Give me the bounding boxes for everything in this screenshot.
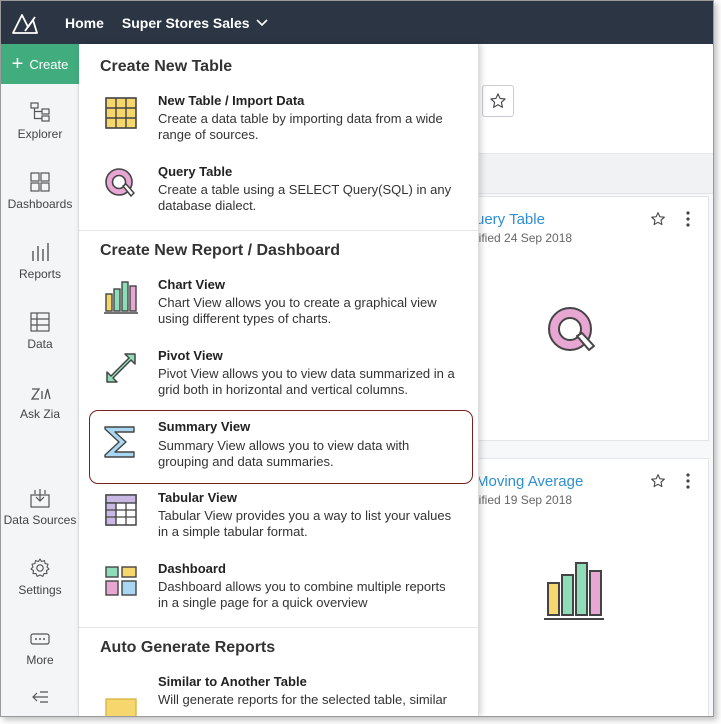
app-window: Home Super Stores Sales uery Table lifie… [0,0,714,717]
favorite-button[interactable] [482,85,514,117]
sidebar-item-settings[interactable]: Settings [1,557,79,597]
dashboard-tiles-icon [105,566,137,596]
menu-item-title: New Table / Import Data [158,93,305,108]
section-divider [79,627,478,628]
left-sidebar: + Create Explorer Dashboards Reports Dat… [1,44,79,716]
menu-item-similar-table[interactable]: Similar to Another Table Will generate r… [89,668,473,716]
sidebar-item-dashboards[interactable]: Dashboards [1,171,79,211]
menu-item-pivot-view[interactable]: Pivot View Pivot View allows you to view… [89,342,473,416]
collapse-sidebar-button[interactable] [1,689,79,709]
menu-item-summary-view[interactable]: Summary View Summary View allows you to … [89,410,473,484]
zia-icon [30,388,51,400]
sidebar-item-label: Explorer [17,127,63,141]
more-options-icon[interactable] [686,211,692,227]
sidebar-item-label: Reports [18,267,62,281]
create-label: Create [29,56,69,72]
view-card[interactable]: Moving Average lified 19 Sep 2018 [451,458,709,716]
menu-item-description: Summary View allows you to view data wit… [158,438,410,469]
menu-item-dashboard[interactable]: Dashboard Dashboard allows you to combin… [89,555,473,629]
more-options-icon[interactable] [686,473,692,489]
menu-item-description: Will generate reports for the selected t… [158,692,448,707]
plus-icon: + [11,53,24,75]
sidebar-item-label: Data [27,337,53,351]
menu-item-tabular-view[interactable]: Tabular View Tabular View provides you a… [89,484,473,558]
card-modified-date: lified 24 Sep 2018 [476,231,573,245]
pivot-view-icon [106,353,136,383]
explorer-icon [30,102,50,122]
collapse-arrow-icon [32,691,48,703]
data-sources-icon [30,489,50,508]
create-button[interactable]: + Create [1,44,79,84]
menu-item-title: Chart View [158,277,225,292]
star-icon [490,93,506,108]
section-divider [79,230,478,231]
card-modified-date: lified 19 Sep 2018 [476,493,573,507]
summary-sigma-icon [104,426,135,458]
more-icon [30,633,50,645]
sidebar-item-reports[interactable]: Reports [1,241,79,281]
data-icon [30,312,50,332]
workspace-name: Super Stores Sales [121,14,250,31]
menu-item-title: Summary View [158,419,251,434]
sidebar-item-more[interactable]: More [1,629,79,667]
menu-item-chart-view[interactable]: Chart View Chart View allows you to crea… [89,271,473,345]
sidebar-item-ask-zia[interactable]: Ask Zia [1,381,79,421]
section-title-auto-generate: Auto Generate Reports [100,639,276,656]
nav-home-link[interactable]: Home [65,15,104,31]
workspace-selector[interactable]: Super Stores Sales [122,15,268,31]
menu-item-title: Dashboard [158,561,226,576]
sidebar-item-label: Settings [18,583,62,597]
star-icon[interactable] [650,211,666,227]
view-card[interactable]: uery Table lified 24 Sep 2018 [451,196,709,441]
create-menu: Create New Table New Table / Import Data… [79,44,479,716]
menu-item-description: Dashboard allows you to combine multiple… [158,579,446,610]
star-icon[interactable] [650,473,666,489]
chevron-down-icon [255,18,268,26]
sidebar-item-label: More [26,653,54,667]
menu-item-description: Pivot View allows you to view data summa… [158,366,455,397]
table-grid-icon [105,97,137,129]
menu-item-query-table[interactable]: Query Table Create a table using a SELEC… [89,158,473,232]
sidebar-item-data-sources[interactable]: Data Sources [1,487,79,527]
sidebar-item-label: Data Sources [3,513,77,527]
sidebar-item-data[interactable]: Data [1,311,79,351]
menu-item-title: Similar to Another Table [158,674,307,689]
dashboards-icon [30,172,50,192]
menu-item-title: Pivot View [158,348,223,363]
top-bar: Home Super Stores Sales [1,1,713,44]
query-table-icon [105,168,135,197]
auto-generate-icon [105,698,137,716]
tabular-view-icon [105,494,137,526]
sidebar-item-label: Ask Zia [19,407,60,421]
menu-item-title: Tabular View [158,490,237,505]
section-title-create-table: Create New Table [100,58,233,75]
menu-item-description: Tabular View provides you a way to list … [158,508,452,539]
query-table-icon [548,307,595,351]
menu-item-description: Chart View allows you to create a graphi… [158,295,437,326]
menu-item-description: Create a table using a SELECT Query(SQL)… [158,182,452,213]
card-title[interactable]: Moving Average [476,473,583,490]
menu-item-new-table[interactable]: New Table / Import Data Create a data ta… [89,87,473,161]
app-logo-icon[interactable] [1,1,49,44]
sidebar-item-label: Dashboards [7,197,73,211]
sidebar-item-explorer[interactable]: Explorer [1,101,79,141]
settings-icon [30,558,50,577]
menu-item-title: Query Table [158,164,233,179]
reports-icon [32,243,49,261]
card-title[interactable]: uery Table [476,211,545,228]
menu-item-description: Create a data table by importing data fr… [158,111,443,142]
section-title-create-report: Create New Report / Dashboard [100,242,341,259]
chart-view-icon [544,562,604,620]
chart-view-icon [104,281,138,314]
